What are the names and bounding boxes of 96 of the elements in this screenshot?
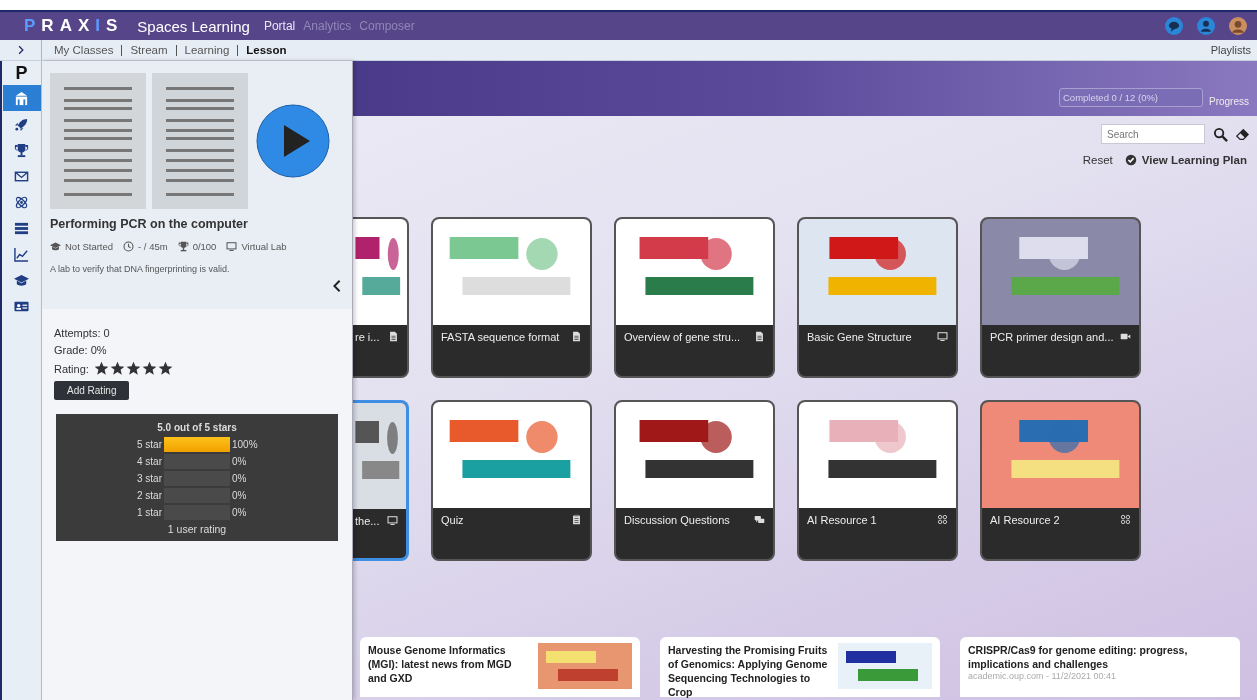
atom-icon	[14, 194, 29, 210]
monitor-icon	[937, 331, 948, 342]
rail-button[interactable]	[2, 85, 41, 111]
star-level-label: 5 star	[136, 439, 162, 450]
star-level-label: 3 star	[136, 473, 162, 484]
document-icon	[754, 331, 765, 342]
rating-count: 1 user rating	[167, 523, 227, 535]
breadcrumb-link[interactable]: Lesson	[246, 44, 287, 56]
lesson-description: A lab to verify that DNA fingerprinting is valid.	[50, 264, 231, 274]
four-circles-icon	[1120, 514, 1131, 525]
card-title: AI Resource 2	[990, 514, 1060, 526]
duration-text: - / 45m	[138, 241, 168, 252]
four-circles-icon	[937, 514, 948, 525]
eraser-icon	[1236, 127, 1249, 141]
star-icon	[125, 361, 141, 376]
grade-text: Grade: 0%	[54, 344, 108, 356]
card-title: PCR primer design and...	[990, 331, 1114, 343]
rating-label: Rating:	[54, 362, 89, 375]
search-field[interactable]: Search	[1101, 124, 1205, 144]
resource-card[interactable]: the...	[352, 400, 409, 561]
breadcrumb-link[interactable]: Stream	[130, 44, 168, 56]
news-card[interactable]: Mouse Genome Informatics (MGI): latest news from MGD and GXD	[360, 637, 640, 697]
monitor-icon	[226, 241, 238, 252]
card-title: Overview of gene stru...	[624, 331, 741, 343]
progress-link[interactable]: Progress	[1209, 96, 1249, 107]
card-title: Quiz	[441, 514, 464, 526]
type-text: Virtual Lab	[241, 241, 287, 252]
star-icon	[157, 361, 173, 376]
card-title: re i...	[355, 331, 380, 343]
star-icon	[109, 361, 125, 376]
star-level-label: 2 star	[136, 490, 162, 501]
resource-card[interactable]: Discussion Questions	[614, 400, 775, 561]
card-title: Discussion Questions	[624, 514, 730, 526]
reset-link[interactable]: Reset	[1082, 154, 1113, 166]
nav-link[interactable]: Portal	[263, 19, 296, 33]
trophy-icon	[177, 241, 189, 252]
star-level-label: 4 star	[136, 456, 162, 467]
breadcrumb-link[interactable]: Learning	[184, 44, 230, 56]
chat-icon	[1165, 17, 1183, 35]
play-button[interactable]	[256, 104, 330, 178]
rocket-icon	[14, 116, 29, 132]
playlists-link[interactable]: Playlists	[1210, 44, 1251, 56]
resource-card[interactable]: AI Resource 1	[797, 400, 958, 561]
news-source: academic.oup.com - 11/2/2021 00:41	[968, 671, 1117, 681]
rating-percent: 0%	[232, 473, 248, 484]
star-icon	[93, 361, 109, 376]
card-title: AI Resource 1	[807, 514, 877, 526]
star-level-label: 1 star	[136, 507, 162, 518]
news-title: Mouse Genome Informatics (MGI): latest news from MGD and GXD	[368, 643, 513, 685]
resource-card[interactable]: Quiz	[431, 400, 592, 561]
app-title: Spaces Learning	[137, 17, 250, 35]
list-icon	[14, 220, 29, 236]
progress-label: Completed 0 / 12 (0%)	[1062, 91, 1160, 105]
graduation-cap-icon	[14, 272, 29, 288]
line-chart-icon	[14, 246, 29, 262]
card-title: FASTA sequence format	[441, 331, 560, 343]
resource-card[interactable]: PCR primer design and...	[980, 217, 1141, 378]
news-title: Harvesting the Promising Fruits of Genomics: Applying Genome Sequencing Technologies to Crop	[668, 643, 829, 699]
star-icon	[141, 361, 157, 376]
trophy-icon	[14, 142, 29, 158]
card-title: the...	[355, 515, 380, 527]
status-text: Not Started	[65, 241, 114, 252]
news-title: CRISPR/Cas9 for genome editing: progress, implications and challenges	[968, 643, 1189, 671]
search-icon	[1213, 126, 1228, 142]
resource-card[interactable]: Overview of gene stru...	[614, 217, 775, 378]
avatar-icon	[1229, 17, 1247, 35]
user-icon	[1197, 17, 1215, 35]
resource-card[interactable]: re i...	[352, 217, 409, 378]
graduation-cap-icon	[50, 241, 61, 252]
video-camera-icon	[1120, 331, 1131, 342]
add-rating-button[interactable]: Add Rating	[54, 381, 130, 400]
rail-logo: P	[15, 62, 28, 85]
resource-card[interactable]: FASTA sequence format	[431, 217, 592, 378]
clock-icon	[123, 241, 135, 252]
monitor-icon	[387, 515, 398, 526]
rating-percent: 100%	[232, 439, 259, 450]
clipboard-icon	[571, 514, 582, 525]
resource-card[interactable]: AI Resource 2	[980, 400, 1141, 561]
chat-bubbles-icon	[754, 514, 765, 525]
rating-summary-title: 5.0 out of 5 stars	[157, 422, 237, 433]
check-circle-icon	[1124, 154, 1137, 166]
rating-percent: 0%	[232, 490, 248, 501]
news-card[interactable]: CRISPR/Cas9 for genome editing: progress, implications and challenges academic.oup.com - 11/2/2021 00:41	[960, 637, 1240, 697]
rating-percent: 0%	[232, 456, 248, 467]
breadcrumb-link[interactable]: My Classes	[54, 44, 114, 56]
resource-card[interactable]: Basic Gene Structure	[797, 217, 958, 378]
score-text: 0/100	[192, 241, 217, 252]
lesson-title: Performing PCR on the computer	[50, 217, 249, 231]
attempts-text: Attempts: 0	[54, 327, 111, 339]
rating-percent: 0%	[232, 507, 248, 518]
card-title: Basic Gene Structure	[807, 331, 912, 343]
news-card[interactable]: Harvesting the Promising Fruits of Genomics: Applying Genome Sequencing Technologies to Crop	[660, 637, 940, 697]
building-icon	[14, 90, 29, 106]
learning-plan-link[interactable]: View Learning Plan	[1141, 154, 1247, 166]
document-icon	[571, 331, 582, 342]
document-icon	[388, 331, 399, 342]
